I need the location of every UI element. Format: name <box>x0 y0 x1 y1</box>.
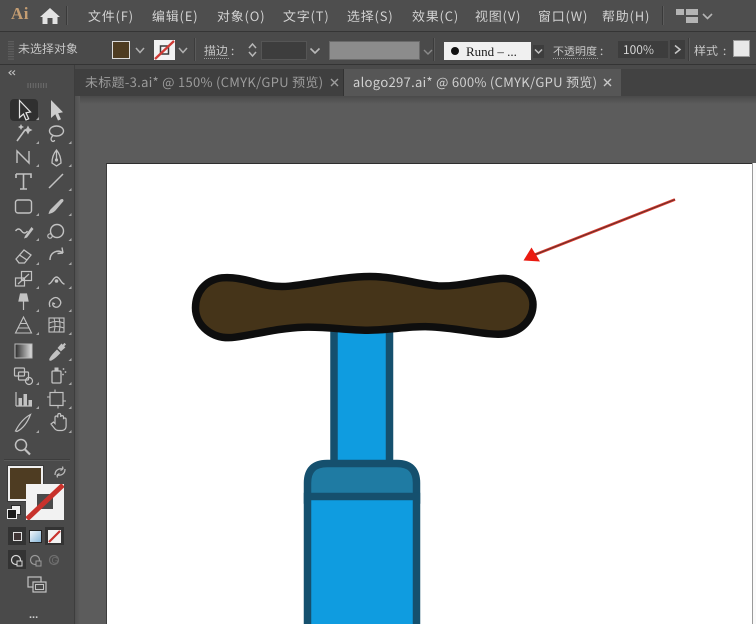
svg-text:G: G <box>52 556 59 566</box>
